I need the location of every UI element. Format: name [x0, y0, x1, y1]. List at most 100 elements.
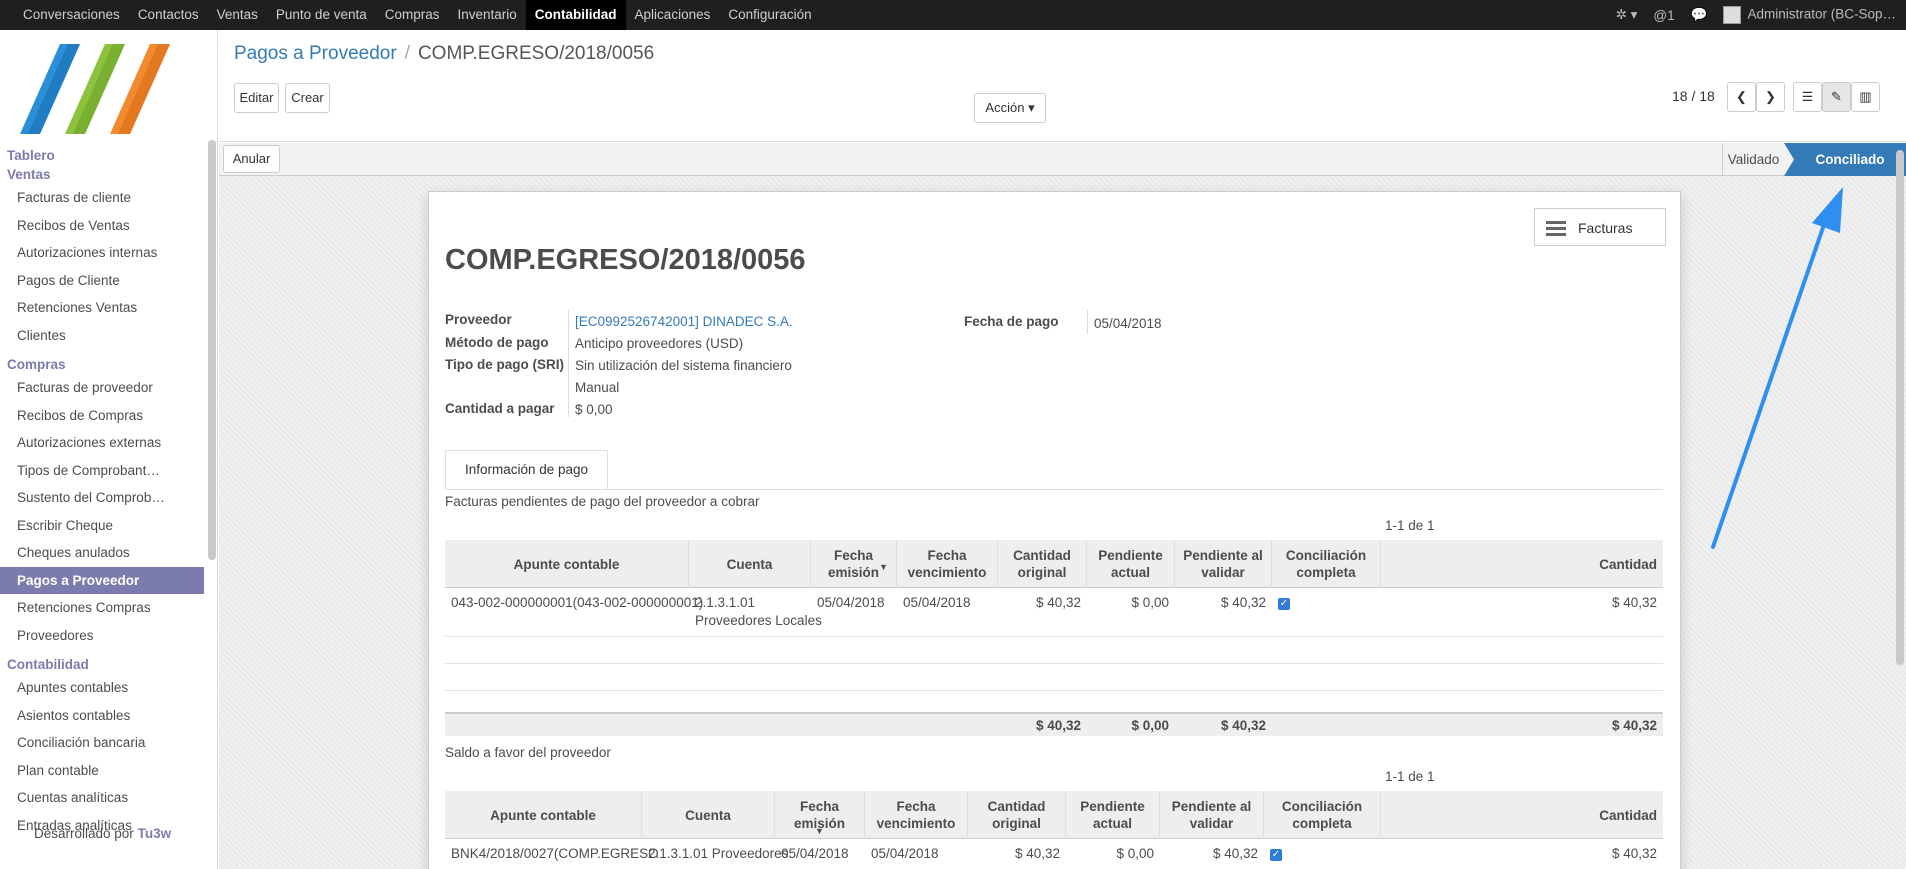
sidebar-item-autorizaciones-internas[interactable]: Autorizaciones internas	[0, 239, 204, 267]
user-menu[interactable]: Administrator (BC-Sop…	[1723, 6, 1896, 24]
developed-by-label: Desarrollado por	[34, 826, 134, 841]
company-logo	[20, 44, 170, 134]
fecha-divider	[1087, 310, 1088, 334]
facturas-smart-button[interactable]: Facturas	[1534, 208, 1666, 246]
table1-row-conciliacion-checkbox[interactable]: ✓	[1278, 598, 1290, 610]
sidebar-item-proveedores[interactable]: Proveedores	[0, 622, 204, 650]
menu-compras[interactable]: Compras	[376, 0, 449, 30]
table1-empty-row	[445, 690, 1663, 691]
table2-row-apunte[interactable]: BNK4/2018/0027(COMP.EGRESO	[451, 845, 659, 863]
graph-view-button[interactable]: ▥	[1851, 82, 1880, 112]
table2-col-al-validar[interactable]: Pendiente al validar	[1160, 791, 1264, 839]
table1-col-emision[interactable]: Fecha emisión ▼	[811, 540, 897, 588]
table2-row-cuenta: 2.1.3.1.01 Proveedores	[648, 846, 789, 861]
table1-col-original[interactable]: Cantidad original	[998, 540, 1087, 588]
sidebar-scrollbar[interactable]	[208, 140, 216, 560]
create-button[interactable]: Crear	[285, 83, 330, 113]
table2-row-conciliacion-checkbox[interactable]: ✓	[1270, 849, 1282, 861]
status-conciliado[interactable]: Conciliado	[1794, 143, 1906, 176]
menu-ventas[interactable]: Ventas	[208, 0, 267, 30]
table1-total-cantidad: $ 40,32	[1611, 718, 1657, 733]
table2-col-original[interactable]: Cantidad original	[968, 791, 1066, 839]
table2-col-pendiente[interactable]: Pendiente actual	[1066, 791, 1160, 839]
sidebar-item-autorizaciones-externas[interactable]: Autorizaciones externas	[0, 429, 204, 457]
main-scrollbar[interactable]	[1896, 150, 1904, 665]
sidebar-item-asientos-contables[interactable]: Asientos contables	[0, 702, 204, 730]
sidebar-item-apuntes-contables[interactable]: Apuntes contables	[0, 674, 204, 702]
menu-aplicaciones[interactable]: Aplicaciones	[626, 0, 720, 30]
menu-inventario[interactable]: Inventario	[449, 0, 526, 30]
breadcrumb-parent[interactable]: Pagos a Proveedor	[234, 43, 397, 64]
sidebar-item-tipos-comprobante[interactable]: Tipos de Comprobant…	[0, 457, 204, 485]
menu-contactos[interactable]: Contactos	[129, 0, 208, 30]
breadcrumb-separator: /	[404, 43, 410, 64]
record-pager: 18 / 18	[1672, 88, 1715, 104]
sidebar-item-conciliacion-bancaria[interactable]: Conciliación bancaria	[0, 729, 204, 757]
saldo-favor-table: Apunte contable Cuenta Fecha emisión ▼ Fe…	[445, 791, 1663, 869]
activity-counter[interactable]: @1	[1653, 8, 1674, 23]
sidebar-item-pagos-proveedor[interactable]: Pagos a Proveedor	[0, 566, 204, 594]
tab-informacion-pago[interactable]: Información de pago	[445, 450, 608, 490]
sidebar-cat-tablero[interactable]: Tablero	[0, 146, 204, 165]
section-saldo-favor: Saldo a favor del proveedor	[445, 745, 611, 760]
table2-col-vencimiento[interactable]: Fecha vencimiento	[865, 791, 968, 839]
table1-total-original: $ 40,32	[1035, 718, 1081, 733]
sidebar-item-cuentas-analiticas[interactable]: Cuentas analíticas	[0, 784, 204, 812]
action-dropdown[interactable]: Acción ▾	[974, 93, 1046, 123]
menu-configuracion[interactable]: Configuración	[719, 0, 820, 30]
table1-col-al-validar[interactable]: Pendiente al validar	[1175, 540, 1272, 588]
sidebar-item-facturas-proveedor[interactable]: Facturas de proveedor	[0, 374, 204, 402]
sidebar-item-cheques-anulados[interactable]: Cheques anulados	[0, 539, 204, 567]
developer-link[interactable]: Tu3w	[138, 826, 172, 841]
sidebar-item-escribir-cheque[interactable]: Escribir Cheque	[0, 512, 204, 540]
table1-row-pendiente: $ 0,00	[1131, 595, 1169, 610]
table2-pager: 1-1 de 1	[1385, 769, 1435, 784]
field-proveedor[interactable]: [EC0992526742001] DINADEC S.A.	[575, 314, 793, 329]
top-navbar: Conversaciones Contactos Ventas Punto de…	[0, 0, 1906, 30]
sidebar-item-clientes[interactable]: Clientes	[0, 322, 204, 350]
chevron-right-icon: ❯	[1765, 89, 1776, 104]
table1-col-apunte[interactable]: Apunte contable	[445, 540, 689, 588]
sidebar-item-recibos-compras[interactable]: Recibos de Compras	[0, 402, 204, 430]
form-sheet: Facturas COMP.EGRESO/2018/0056 Proveedor…	[428, 191, 1681, 869]
pager-next-button[interactable]: ❯	[1756, 82, 1785, 112]
table2-row-original: $ 40,32	[1014, 846, 1060, 861]
table1-col-conciliacion[interactable]: Conciliación completa	[1272, 540, 1381, 588]
table1-row-vencimiento: 05/04/2018	[903, 595, 971, 610]
menu-punto-de-venta[interactable]: Punto de venta	[267, 0, 376, 30]
table1-col-cuenta[interactable]: Cuenta	[689, 540, 811, 588]
cancel-button[interactable]: Anular	[223, 145, 280, 173]
label-divider	[568, 310, 569, 417]
record-title: COMP.EGRESO/2018/0056	[445, 244, 806, 276]
edit-icon: ✎	[1831, 89, 1842, 104]
table1-col-pendiente[interactable]: Pendiente actual	[1087, 540, 1175, 588]
edit-button[interactable]: Editar	[234, 83, 279, 113]
list-view-button[interactable]: ☰	[1793, 82, 1822, 112]
form-view-button[interactable]: ✎	[1822, 82, 1851, 112]
table1-col-vencimiento[interactable]: Fecha vencimiento	[897, 540, 998, 588]
sidebar-item-recibos-ventas[interactable]: Recibos de Ventas	[0, 212, 204, 240]
sidebar-item-retenciones-ventas[interactable]: Retenciones Ventas	[0, 294, 204, 322]
sidebar-item-pagos-cliente[interactable]: Pagos de Cliente	[0, 267, 204, 295]
table2-col-conciliacion[interactable]: Conciliación completa	[1264, 791, 1381, 839]
menu-conversaciones[interactable]: Conversaciones	[14, 0, 129, 30]
table2-col-cantidad[interactable]: Cantidad	[1381, 791, 1663, 839]
table2-header: Apunte contable Cuenta Fecha emisión ▼ Fe…	[445, 791, 1663, 839]
table1-row-apunte[interactable]: 043-002-000000001(043-002-000000001)	[451, 594, 703, 612]
table2-col-cuenta[interactable]: Cuenta	[642, 791, 775, 839]
table1-col-cantidad[interactable]: Cantidad	[1381, 540, 1663, 588]
table2-col-apunte[interactable]: Apunte contable	[445, 791, 642, 839]
table2-col-emision[interactable]: Fecha emisión ▼	[775, 791, 865, 839]
sidebar-cat-ventas: Ventas	[7, 167, 51, 182]
bug-icon[interactable]: ✲ ▾	[1616, 7, 1638, 23]
label-cantidad-pagar: Cantidad a pagar	[445, 401, 555, 416]
table1-row-cuenta-code: 2.1.3.1.01	[695, 595, 756, 610]
menu-contabilidad[interactable]: Contabilidad	[525, 0, 626, 30]
sidebar-item-retenciones-compras[interactable]: Retenciones Compras	[0, 594, 204, 622]
sidebar-item-facturas-cliente[interactable]: Facturas de cliente	[0, 184, 204, 212]
chat-icon[interactable]: 💬	[1691, 7, 1708, 23]
status-validado[interactable]: Validado	[1722, 143, 1784, 176]
sidebar-item-sustento-comprobante[interactable]: Sustento del Comprob…	[0, 484, 204, 512]
pager-prev-button[interactable]: ❮	[1727, 82, 1756, 112]
sidebar-item-plan-contable[interactable]: Plan contable	[0, 757, 204, 785]
